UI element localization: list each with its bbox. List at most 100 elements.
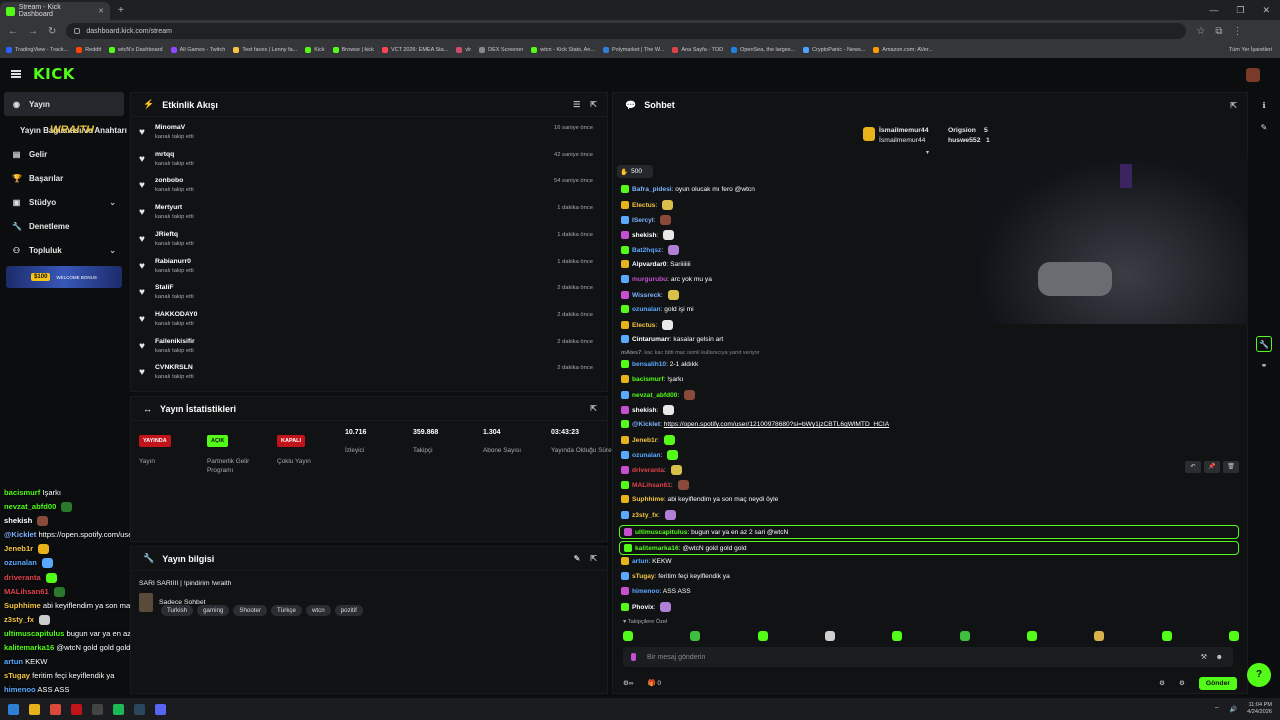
kick-logo[interactable]: KICK [33, 65, 75, 83]
chat-username[interactable]: ozunalan [632, 306, 661, 313]
chat-username[interactable]: @Kicklet [632, 421, 660, 428]
chat-message[interactable]: z3sty_fx: [621, 510, 676, 520]
follower-name[interactable]: zonbobo [155, 177, 183, 184]
filter-icon[interactable]: ☰ [573, 100, 580, 109]
undo-icon[interactable]: ↶ [1185, 461, 1201, 473]
help-chat-button[interactable]: ? [1247, 663, 1271, 687]
spotify-icon[interactable] [113, 703, 124, 715]
chat-username[interactable]: shekish [632, 232, 657, 239]
follower-name[interactable]: Mertyurt [155, 204, 182, 211]
quick-emote-icon[interactable] [757, 631, 768, 641]
chat-message[interactable]: @Kicklet: https://open.spotify.com/user/… [621, 420, 889, 428]
forward-arrow-icon[interactable]: → [28, 26, 38, 37]
reload-icon[interactable]: ↻ [48, 26, 56, 37]
popout-icon[interactable]: ⇱ [1230, 101, 1237, 110]
chat-message[interactable]: Bafra_pidesi: oyun olucak mı fero @wtcn [621, 185, 755, 193]
url-input[interactable]: dashboard.kick.com/stream [66, 23, 1187, 39]
discord-icon[interactable] [155, 703, 166, 715]
chat-username[interactable]: ISercyl [632, 217, 654, 224]
activity-row[interactable]: ♥ Failenikisifir kanalı takip etti 2 dakika… [139, 335, 599, 361]
user-avatar[interactable] [1246, 68, 1260, 82]
bookmark-item[interactable]: Text faces | Lenny fa... [233, 47, 297, 53]
chat-username[interactable]: ultimuscapitulus [635, 529, 687, 536]
chevron-down-icon[interactable]: ⌄ [109, 198, 116, 207]
chat-message[interactable]: ozunalan: [621, 450, 679, 460]
activity-row[interactable]: ♥ HAKKODAY0 kanalı takip etti 2 dakika önce [139, 308, 599, 334]
activity-row[interactable]: ♥ mrtqq kanalı takip etti 42 saniye önce [139, 148, 599, 174]
infinity-icon[interactable]: ⚙∞ [623, 679, 633, 687]
chat-username[interactable]: Cintarumarr [632, 336, 670, 343]
chat-message[interactable]: Suphhime: abi keyiflendim ya son maç ney… [621, 495, 778, 503]
quick-emote-icon[interactable] [1161, 631, 1172, 641]
wifi-icon[interactable]: ⌔ [1214, 705, 1220, 713]
chat-username[interactable]: sTugay [632, 573, 655, 580]
chat-username[interactable]: Bafra_pidesi [632, 186, 672, 193]
settings-gear-icon[interactable]: ⚙ [1159, 679, 1165, 687]
chat-username[interactable]: Suphhime [632, 496, 664, 503]
chat-username[interactable]: Wissreck [632, 292, 661, 299]
chat-username[interactable]: Bat2hqsz [632, 247, 661, 254]
chat-username[interactable]: shekish [632, 407, 657, 414]
edit-pencil-icon[interactable]: ✎ [574, 554, 581, 563]
chat-username[interactable]: MALihsan61 [632, 482, 671, 489]
leader-3-name[interactable]: huswe552 [948, 137, 981, 144]
hamburger-menu-icon[interactable] [11, 70, 21, 78]
chat-message[interactable]: himenoo: ASS ASS [621, 587, 691, 595]
activity-row[interactable]: ♥ zonbobo kanalı takip etti 54 saniye önce [139, 174, 599, 200]
sidebar-item-5[interactable]: 🔧 Denetleme [0, 214, 128, 238]
chat-message[interactable]: Electus: [621, 320, 674, 330]
chat-username[interactable]: artun [632, 558, 648, 565]
chat-message[interactable]: Bat2hqsz: [621, 245, 679, 255]
points-display[interactable]: 🎁 0 [647, 679, 661, 687]
bookmark-item[interactable]: Amazon.com: AVer... [873, 47, 933, 53]
tag-chip[interactable]: pozitif [334, 605, 363, 616]
sidebar-item-3[interactable]: 🏆 Başarılar [0, 166, 128, 190]
tag-chip[interactable]: Türkçe [271, 605, 302, 616]
bookmark-star-icon[interactable]: ☆ [1196, 26, 1205, 37]
obs-icon[interactable] [92, 703, 103, 715]
start-icon[interactable] [8, 703, 19, 715]
popout-icon[interactable]: ⇱ [590, 100, 597, 109]
activity-row[interactable]: ♥ JRieftq kanalı takip etti 1 dakika önce [139, 228, 599, 254]
popout-icon[interactable]: ⇱ [590, 554, 597, 563]
chat-message[interactable]: bensalih10: 2-1 aldıkk [621, 360, 698, 368]
quick-emote-icon[interactable] [1094, 631, 1105, 641]
chat-username[interactable]: kalitemarka16 [635, 545, 679, 552]
chat-username[interactable]: Electus [632, 202, 655, 209]
site-info-icon[interactable] [74, 28, 81, 34]
pin-icon[interactable]: 📌 [1204, 461, 1220, 473]
info-icon[interactable]: ℹ [1256, 98, 1272, 114]
bookmark-item[interactable]: OpenSea, the larges... [731, 47, 795, 53]
send-button[interactable]: Gönder [1198, 676, 1237, 690]
chat-message[interactable]: mAtes7: kac kac bitti mac isimli kullanı… [621, 350, 760, 356]
bookmark-item[interactable]: DEX Screener [479, 47, 523, 53]
bookmark-item[interactable]: All Games - Twitch [170, 47, 225, 53]
chat-message[interactable]: driveranta: [621, 465, 682, 475]
mod-wrench-icon[interactable]: 🔧 [1256, 336, 1272, 352]
commands-icon[interactable]: ⚒ [1201, 653, 1207, 661]
tag-chip[interactable]: gaming [197, 605, 230, 616]
bookmark-item[interactable]: Reddit [76, 47, 101, 53]
follower-name[interactable]: JRieftq [155, 231, 178, 238]
chat-username[interactable]: bensalih10 [632, 361, 666, 368]
chat-username[interactable]: murgurubu [632, 276, 667, 283]
quick-emote-icon[interactable] [824, 631, 835, 641]
explorer-icon[interactable] [29, 703, 40, 715]
chat-message[interactable]: artun: KEKW [621, 557, 672, 565]
chat-message[interactable]: Wissreck: [621, 290, 679, 300]
chat-username[interactable]: mAtes7 [621, 350, 641, 356]
follower-name[interactable]: HAKKODAY0 [155, 311, 197, 318]
chat-username[interactable]: Alpvardar0 [632, 261, 666, 268]
delete-icon[interactable]: 🗑 [1223, 461, 1239, 473]
activity-row[interactable]: ♥ CVNKRSLN kanalı takip etti 2 dakika önce [139, 361, 599, 387]
chat-username[interactable]: driveranta [632, 467, 664, 474]
chevron-down-icon[interactable]: ⌄ [109, 246, 116, 255]
chat-username[interactable]: ozunalan [632, 452, 661, 459]
follower-name[interactable]: StaIiF [155, 284, 174, 291]
bookmark-item[interactable]: Browse | kick [332, 47, 374, 53]
chat-message[interactable]: Electus: [621, 200, 674, 210]
bookmark-item[interactable]: TradingView - Track... [6, 47, 68, 53]
bookmark-item[interactable]: CryptoPanic - News... [803, 47, 865, 53]
chat-input[interactable]: Bir mesaj gönderin ⚒ ☻ [623, 647, 1233, 667]
chat-message[interactable]: Cintarumarr: kasalar gelsin art [621, 335, 723, 343]
